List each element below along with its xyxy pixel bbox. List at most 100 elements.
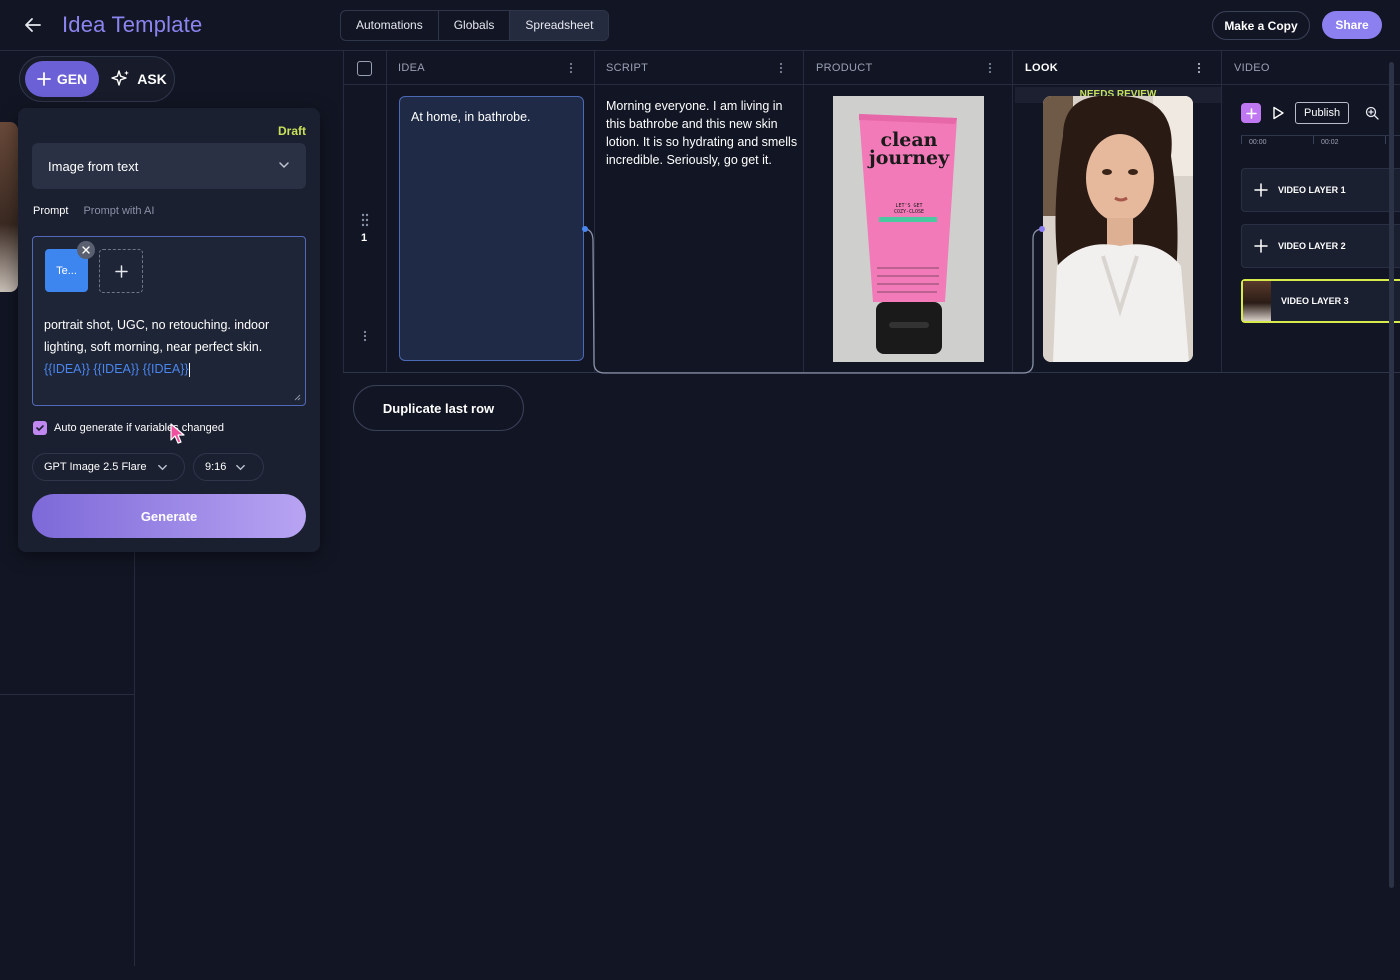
play-icon bbox=[1273, 106, 1284, 120]
mode-toggle: GEN ASK bbox=[19, 56, 175, 102]
more-vertical-icon[interactable] bbox=[1197, 62, 1201, 74]
video-layer-1[interactable]: VIDEO LAYER 1 bbox=[1241, 168, 1400, 212]
product-image[interactable]: clean journey LET'S GET COZY-CLOSE bbox=[833, 96, 984, 362]
play-button[interactable] bbox=[1268, 103, 1288, 123]
plus-icon bbox=[114, 264, 128, 278]
prompt-text: portrait shot, UGC, no retouching. indoo… bbox=[44, 314, 299, 380]
gen-mode-label: GEN bbox=[56, 71, 88, 87]
tab-globals[interactable]: Globals bbox=[439, 11, 511, 40]
drag-handle-icon[interactable] bbox=[360, 213, 370, 227]
column-header-product[interactable]: PRODUCT bbox=[816, 51, 873, 85]
column-divider bbox=[386, 51, 387, 373]
tick-mark bbox=[1385, 136, 1386, 144]
time-mark: 00:00 bbox=[1249, 139, 1267, 146]
plus-icon bbox=[36, 72, 51, 86]
portrait-image bbox=[1043, 96, 1193, 362]
sparkles-icon bbox=[111, 70, 130, 86]
more-vertical-icon[interactable] bbox=[779, 62, 783, 74]
prompt-variables: {{IDEA}} {{IDEA}} {{IDEA}} bbox=[44, 362, 189, 376]
zoom-button[interactable] bbox=[1362, 103, 1382, 123]
publish-button[interactable]: Publish bbox=[1295, 102, 1350, 124]
tab-prompt-with-ai[interactable]: Prompt with AI bbox=[83, 205, 154, 217]
more-vertical-icon[interactable] bbox=[988, 62, 992, 74]
video-toolbar: Publish bbox=[1241, 102, 1382, 124]
vertical-scrollbar[interactable] bbox=[1389, 62, 1394, 888]
chevron-down-icon bbox=[279, 162, 289, 169]
aspect-ratio-value: 9:16 bbox=[205, 461, 227, 473]
column-divider bbox=[1221, 51, 1222, 373]
auto-generate-label: Auto generate if variables changed bbox=[54, 422, 225, 434]
video-layer-label: VIDEO LAYER 1 bbox=[1278, 185, 1346, 195]
tab-spreadsheet[interactable]: Spreadsheet bbox=[510, 11, 609, 40]
lotion-tube-image: clean journey LET'S GET COZY-CLOSE bbox=[833, 96, 984, 362]
more-vertical-icon[interactable] bbox=[569, 62, 573, 74]
video-layer-label: VIDEO LAYER 2 bbox=[1278, 241, 1346, 251]
text-caret bbox=[188, 362, 190, 377]
spreadsheet: IDEA SCRIPT PRODUCT LOOK VIDEO 1 At home… bbox=[343, 51, 1400, 374]
video-layer-3[interactable]: VIDEO LAYER 3 bbox=[1241, 279, 1400, 323]
top-bar: Idea Template Automations Globals Spread… bbox=[0, 0, 1400, 51]
make-copy-button[interactable]: Make a Copy bbox=[1212, 11, 1310, 40]
generation-type-select[interactable]: Image from text bbox=[32, 143, 306, 189]
row-number: 1 bbox=[361, 232, 368, 244]
column-divider bbox=[343, 51, 344, 373]
prompt-text-body: portrait shot, UGC, no retouching. indoo… bbox=[44, 318, 270, 354]
auto-generate-checkbox[interactable] bbox=[33, 421, 47, 435]
plus-icon bbox=[1254, 239, 1268, 253]
product-tagline-2: COZY-CLOSE bbox=[894, 209, 924, 215]
checkmark-icon bbox=[36, 425, 44, 432]
gen-mode-button[interactable]: GEN bbox=[25, 61, 99, 97]
column-header-script[interactable]: SCRIPT bbox=[606, 51, 648, 85]
timeline-ruler[interactable]: 00:00 00:02 bbox=[1241, 135, 1400, 151]
column-divider bbox=[803, 51, 804, 373]
back-button[interactable] bbox=[20, 12, 46, 38]
ask-mode-button[interactable]: ASK bbox=[108, 61, 170, 97]
video-layer-label: VIDEO LAYER 3 bbox=[1281, 296, 1349, 306]
tab-prompt[interactable]: Prompt bbox=[33, 205, 68, 217]
view-tabs: Automations Globals Spreadsheet bbox=[340, 10, 610, 41]
select-all-checkbox[interactable] bbox=[357, 61, 372, 76]
draft-status: Draft bbox=[277, 124, 306, 138]
page-title: Idea Template bbox=[62, 12, 203, 37]
script-cell[interactable]: Morning everyone. I am living in this ba… bbox=[606, 97, 798, 169]
remove-chip-button[interactable] bbox=[77, 241, 95, 259]
more-vertical-icon[interactable] bbox=[363, 330, 367, 342]
chevron-down-icon bbox=[157, 464, 167, 470]
tab-automations[interactable]: Automations bbox=[341, 11, 439, 40]
previous-image-thumbnail[interactable] bbox=[0, 122, 18, 292]
add-clip-button[interactable] bbox=[1241, 103, 1261, 123]
ask-mode-label: ASK bbox=[137, 71, 167, 87]
share-button[interactable]: Share bbox=[1322, 11, 1382, 39]
prompt-input[interactable]: Te... portrait shot, UGC, no retouching.… bbox=[32, 236, 306, 406]
model-value: GPT Image 2.5 Flare bbox=[44, 461, 147, 473]
resize-handle-icon[interactable] bbox=[293, 393, 301, 401]
prompt-tabs: Prompt Prompt with AI bbox=[33, 205, 154, 217]
tick-mark bbox=[1241, 136, 1242, 144]
plus-icon bbox=[1254, 183, 1268, 197]
arrow-left-icon bbox=[25, 18, 41, 32]
layer-thumbnail bbox=[1243, 281, 1271, 321]
row-divider bbox=[0, 694, 134, 695]
generate-button[interactable]: Generate bbox=[32, 494, 306, 538]
mouse-cursor-icon bbox=[170, 423, 185, 444]
generation-panel: Draft Image from text Prompt Prompt with… bbox=[18, 108, 320, 552]
column-divider bbox=[594, 51, 595, 373]
column-header-idea[interactable]: IDEA bbox=[398, 51, 425, 85]
chevron-down-icon bbox=[236, 464, 246, 470]
aspect-ratio-select[interactable]: 9:16 bbox=[193, 453, 264, 481]
zoom-in-icon bbox=[1365, 106, 1379, 120]
tick-mark bbox=[1313, 136, 1314, 144]
column-header-video[interactable]: VIDEO bbox=[1234, 51, 1270, 85]
time-mark: 00:02 bbox=[1321, 139, 1339, 146]
auto-generate-row[interactable]: Auto generate if variables changed bbox=[33, 421, 224, 435]
video-layer-2[interactable]: VIDEO LAYER 2 bbox=[1241, 224, 1400, 268]
model-select[interactable]: GPT Image 2.5 Flare bbox=[32, 453, 185, 481]
product-brand-line2: journey bbox=[867, 147, 950, 169]
plus-icon bbox=[1245, 107, 1257, 119]
add-reference-button[interactable] bbox=[99, 249, 143, 293]
idea-cell[interactable]: At home, in bathrobe. bbox=[399, 96, 584, 361]
duplicate-last-row-button[interactable]: Duplicate last row bbox=[353, 385, 524, 431]
row-divider bbox=[343, 372, 1400, 373]
column-header-look[interactable]: LOOK bbox=[1025, 51, 1058, 85]
look-image[interactable] bbox=[1043, 96, 1193, 362]
